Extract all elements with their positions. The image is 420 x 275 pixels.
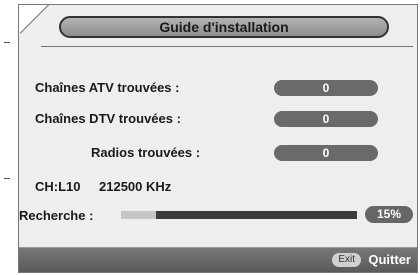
- search-percent: 15%: [365, 206, 413, 223]
- channel-indicator: CH:L10: [35, 179, 81, 194]
- search-progress-fill: [121, 211, 157, 219]
- edge-tick: [4, 178, 10, 179]
- header-divider: [41, 46, 413, 47]
- dtv-channels-label: Chaînes DTV trouvées :: [35, 111, 181, 126]
- dialog-title: Guide d'installation: [59, 16, 389, 38]
- radio-stations-label: Radios trouvées :: [91, 145, 201, 160]
- quit-button[interactable]: Quitter: [368, 251, 411, 269]
- search-progress-bar: [121, 211, 357, 219]
- footer-bar: Exit Quitter: [19, 248, 417, 272]
- dtv-channels-value: 0: [274, 111, 378, 127]
- atv-channels-label: Chaînes ATV trouvées :: [35, 80, 180, 95]
- atv-channels-value: 0: [274, 80, 378, 96]
- radio-stations-value: 0: [274, 145, 378, 161]
- edge-tick: [4, 42, 10, 43]
- frequency-readout: 212500 KHz: [99, 179, 172, 194]
- exit-key-badge[interactable]: Exit: [332, 253, 361, 267]
- installation-dialog: Guide d'installation Chaînes ATV trouvée…: [18, 4, 418, 273]
- search-label: Recherche :: [19, 208, 94, 223]
